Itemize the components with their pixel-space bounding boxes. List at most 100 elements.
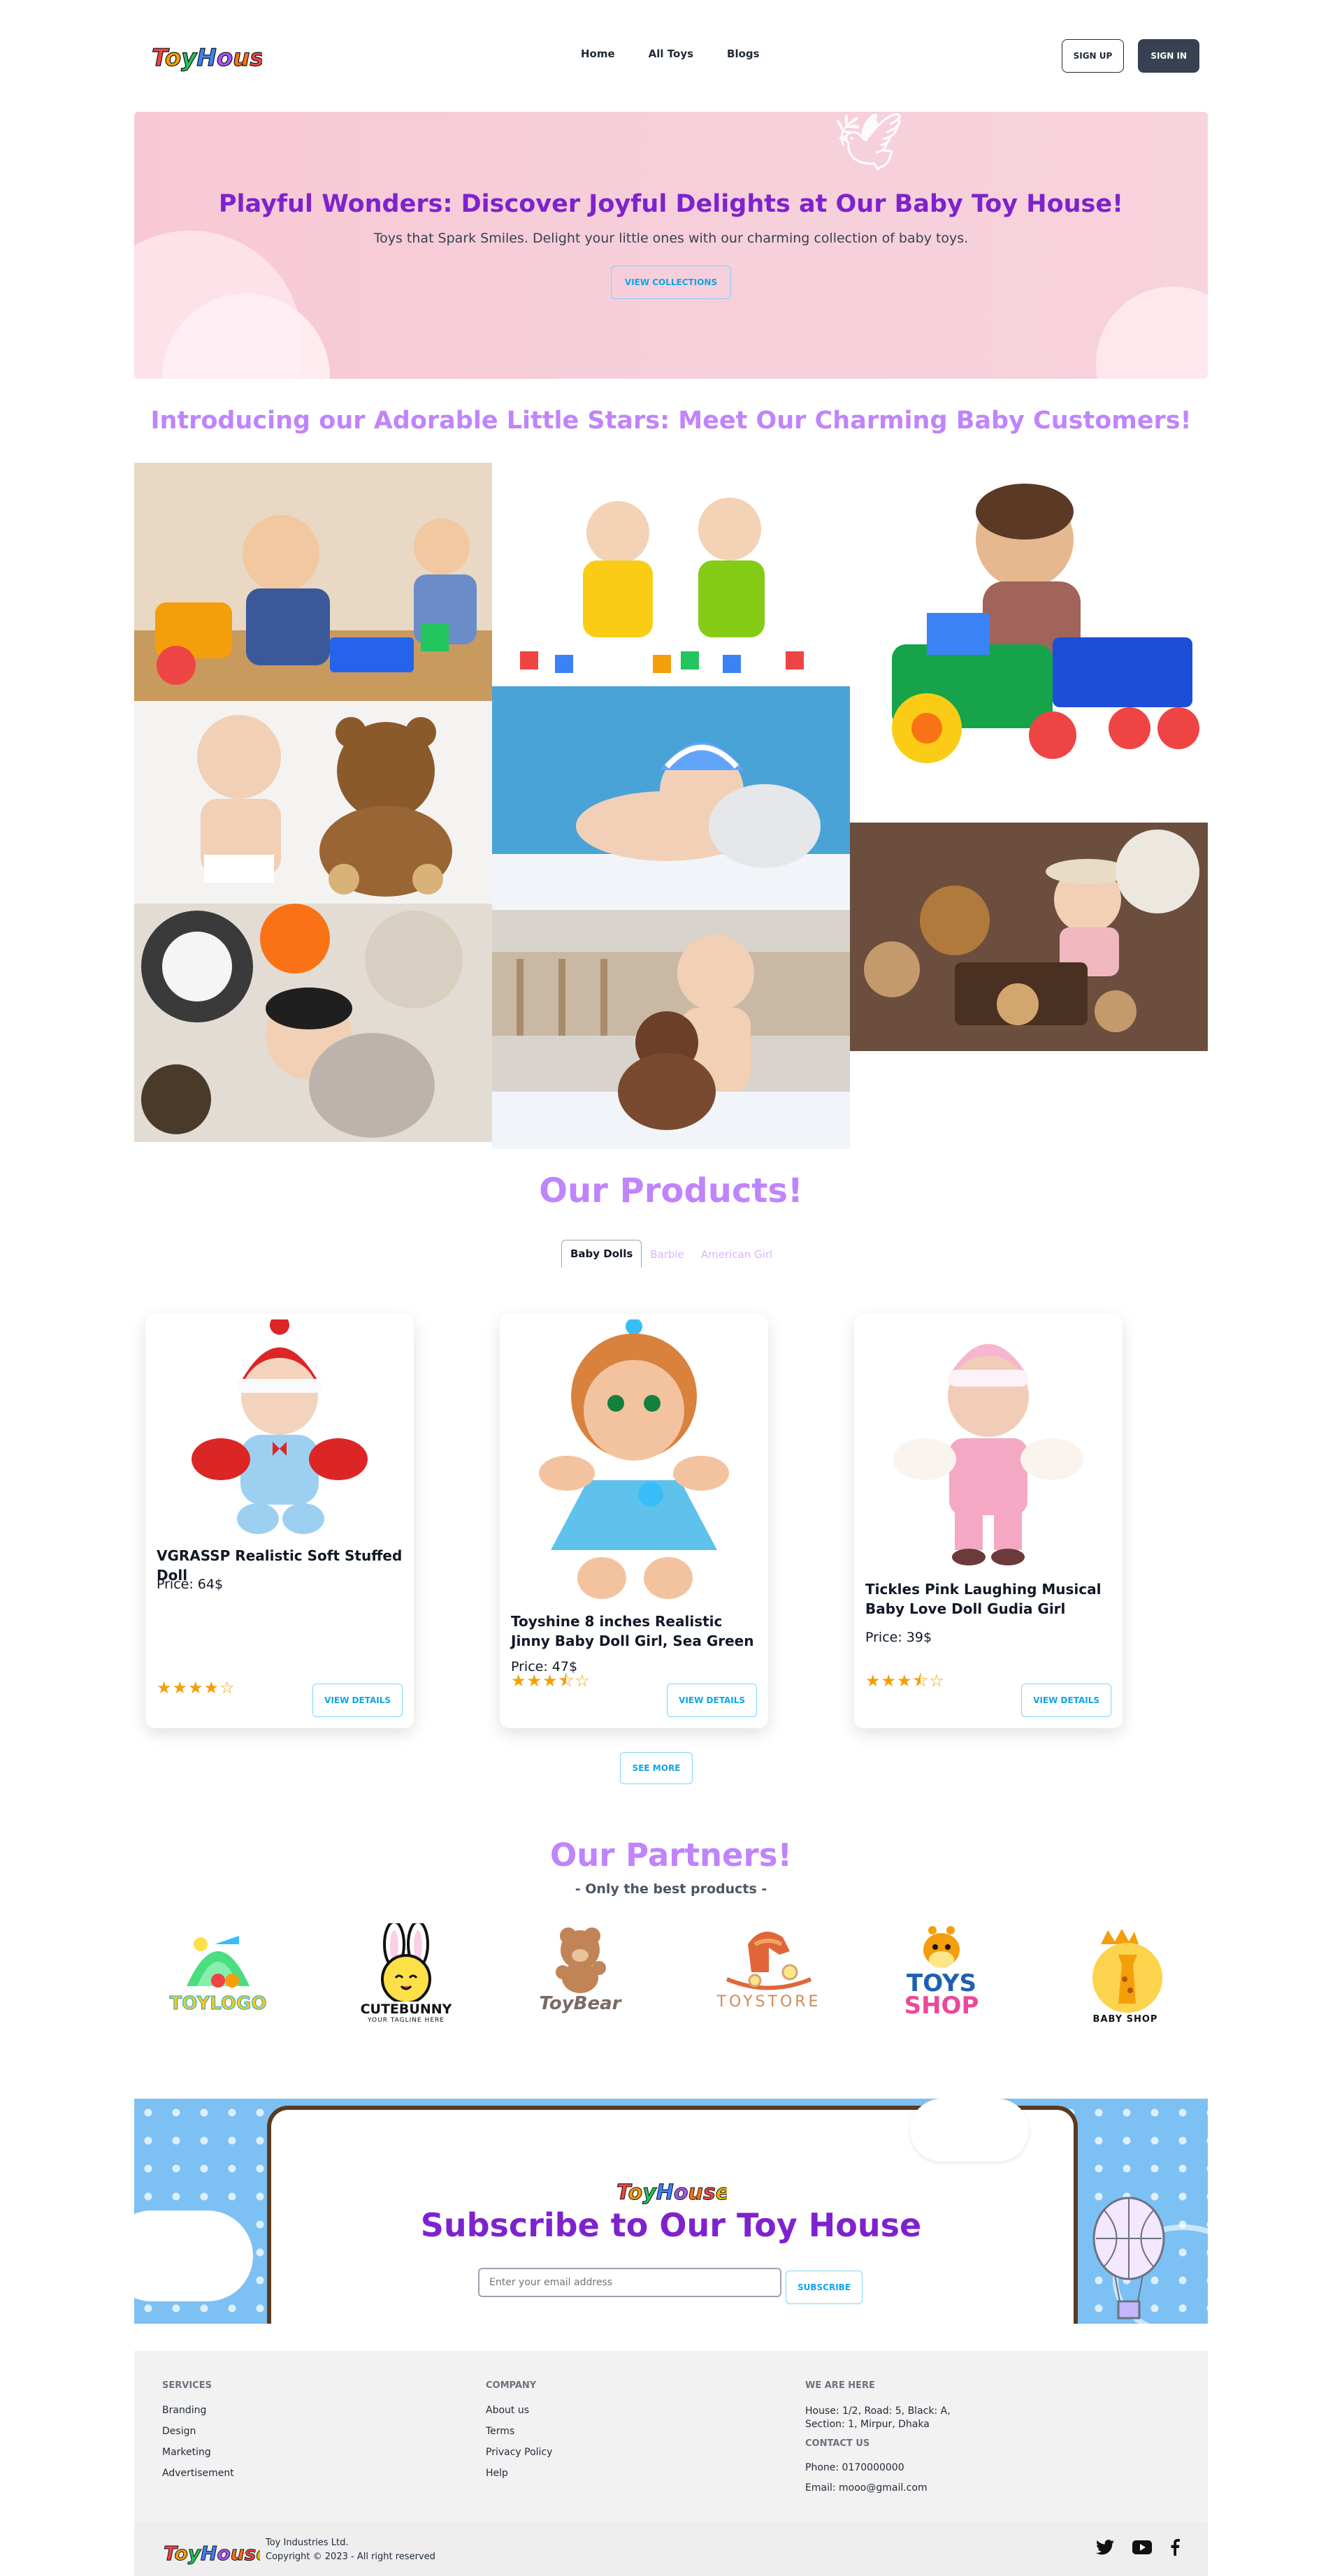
- subscribe-section: ToyHouse Subscribe to Our Toy House SUBS…: [134, 2099, 1208, 2324]
- gallery-image-babies-blocks: [492, 463, 850, 686]
- view-details-button[interactable]: VIEW DETAILS: [312, 1684, 403, 1717]
- nav-home-link[interactable]: Home: [581, 48, 615, 60]
- footer-email: Email: mooo@gmail.com: [805, 2482, 928, 2494]
- partner-logo-toystore[interactable]: TOYSTORE: [706, 1923, 832, 2049]
- gallery-image-baby-teddy: [134, 701, 492, 904]
- gallery-image-baby-plush-basket: [850, 823, 1208, 1051]
- footer-link-advertisement[interactable]: Advertisement: [162, 2468, 234, 2479]
- footer-company-info: Toy Industries Ltd. Copyright © 2023 - A…: [266, 2536, 435, 2564]
- product-name: Toyshine 8 inches Realistic Jinny Baby D…: [511, 1613, 754, 1649]
- nav-all-toys-link[interactable]: All Toys: [649, 48, 693, 60]
- product-card: VGRASSP Realistic Soft Stuffed Doll Pric…: [145, 1314, 414, 1728]
- product-image: [879, 1319, 1097, 1571]
- footer-services: SERVICES Branding Design Marketing Adver…: [162, 2380, 234, 2489]
- product-tabs: Baby Dolls Barbie American Girl: [561, 1240, 781, 1268]
- svg-text:ToyHouse: ToyHouse: [152, 44, 262, 72]
- product-name: Tickles Pink Laughing Musical Baby Love …: [865, 1581, 1102, 1617]
- partner-logo-toylogo[interactable]: TOYLOGO: [155, 1923, 281, 2049]
- gallery-title: Introducing our Adorable Little Stars: M…: [150, 407, 1192, 435]
- toyhouse-logo-icon: ToyHouse: [616, 2180, 728, 2206]
- footer-contact-us-heading: CONTACT US: [805, 2438, 870, 2449]
- footer-company: COMPANY About us Terms Privacy Policy He…: [486, 2380, 552, 2489]
- gallery-image-sleeping-baby: [492, 686, 850, 910]
- partners-subtitle: - Only the best products -: [575, 1881, 767, 1897]
- view-details-button[interactable]: VIEW DETAILS: [667, 1684, 757, 1717]
- tab-barbie[interactable]: Barbie: [642, 1241, 693, 1268]
- footer-contact: WE ARE HERE House: 1/2, Road: 5, Black: …: [805, 2380, 951, 2495]
- facebook-icon[interactable]: [1170, 2539, 1180, 2556]
- footer-link-about[interactable]: About us: [486, 2405, 552, 2416]
- partner-name: BABY SHOP: [1092, 2014, 1158, 2025]
- product-card: Toyshine 8 inches Realistic Jinny Baby D…: [500, 1314, 768, 1728]
- product-image: [171, 1315, 389, 1537]
- partner-tagline: YOUR TAGLINE HERE: [368, 2017, 445, 2024]
- gallery-image-baby-plushies: [134, 904, 492, 1142]
- view-details-button[interactable]: VIEW DETAILS: [1021, 1684, 1111, 1717]
- partner-name: CUTEBUNNY: [360, 2002, 452, 2017]
- tab-american-girl[interactable]: American Girl: [693, 1241, 781, 1268]
- brand-logo[interactable]: ToyHouse: [150, 39, 280, 73]
- hero-title: Playful Wonders: Discover Joyful Delight…: [218, 190, 1124, 218]
- footer-link-marketing[interactable]: Marketing: [162, 2447, 234, 2458]
- product-image: [525, 1318, 743, 1606]
- footer-link-terms[interactable]: Terms: [486, 2426, 552, 2437]
- footer-services-heading: SERVICES: [162, 2380, 212, 2391]
- twitter-icon[interactable]: [1096, 2540, 1114, 2555]
- tab-baby-dolls[interactable]: Baby Dolls: [561, 1240, 642, 1268]
- giraffe-crown-icon: [1092, 1929, 1162, 2013]
- hero-banner: 🕊 Playful Wonders: Discover Joyful Delig…: [134, 112, 1208, 379]
- partner-name-line2: SHOP: [904, 1992, 979, 2020]
- footer-address-line2: Section: 1, Mirpur, Dhaka: [805, 2419, 930, 2430]
- product-price: Price: 64$: [157, 1577, 224, 1592]
- gallery-image-boy-tractor: [850, 463, 1208, 793]
- email-input[interactable]: [478, 2268, 781, 2297]
- nav-links: Home All Toys Blogs: [581, 48, 760, 60]
- partner-logo-toybear[interactable]: ToyBear: [517, 1923, 643, 2049]
- rating-stars-icon: ★★★⯪☆: [865, 1671, 945, 1691]
- social-links: [1096, 2539, 1180, 2556]
- partner-logo-toys-shop[interactable]: TOYS SHOP: [879, 1923, 1004, 2049]
- subscribe-button[interactable]: SUBSCRIBE: [786, 2271, 863, 2304]
- sign-in-button[interactable]: SIGN IN: [1138, 39, 1199, 73]
- bird-icon: 🕊: [833, 112, 904, 174]
- svg-text:ToyHouse: ToyHouse: [164, 2542, 260, 2565]
- teddy-bear-icon: [556, 1927, 606, 1993]
- footer-phone: Phone: 0170000000: [805, 2462, 904, 2473]
- partner-name: TOYSTORE: [716, 1993, 821, 2011]
- auth-buttons: SIGN UP SIGN IN: [1061, 39, 1199, 73]
- partner-logo-baby-shop[interactable]: BABY SHOP: [1062, 1923, 1188, 2049]
- sign-up-button[interactable]: SIGN UP: [1061, 39, 1125, 73]
- nav-blogs-link[interactable]: Blogs: [727, 48, 760, 60]
- product-price: Price: 39$: [865, 1630, 932, 1645]
- subscribe-title: Subscribe to Our Toy House: [420, 2206, 922, 2244]
- giraffe-icon: [923, 1926, 960, 1968]
- see-more-button[interactable]: SEE MORE: [620, 1752, 693, 1784]
- gallery-image-baby-crib-teddy: [492, 910, 850, 1149]
- footer-company-heading: COMPANY: [486, 2380, 537, 2391]
- footer-link-design[interactable]: Design: [162, 2426, 234, 2437]
- toylogo-icon: [187, 1936, 250, 1988]
- hero-subtitle: Toys that Spark Smiles. Delight your lit…: [373, 231, 969, 246]
- partners-title: Our Partners!: [549, 1837, 793, 1874]
- partner-logo-cutebunny[interactable]: CUTEBUNNY YOUR TAGLINE HERE: [343, 1923, 469, 2049]
- toyhouse-logo-icon: ToyHouse: [151, 43, 280, 72]
- gallery-image-babies-playing: [134, 463, 492, 701]
- products-title: Our Products!: [539, 1171, 803, 1210]
- partner-name: TOYLOGO: [169, 1993, 267, 2015]
- footer-address-line1: House: 1/2, Road: 5, Black: A,: [805, 2405, 951, 2417]
- footer: SERVICES Branding Design Marketing Adver…: [134, 2351, 1208, 2576]
- partner-name: ToyBear: [539, 1993, 621, 2014]
- product-card: Tickles Pink Laughing Musical Baby Love …: [854, 1314, 1123, 1728]
- view-collections-button[interactable]: VIEW COLLECTIONS: [611, 266, 731, 299]
- toyhouse-logo-icon[interactable]: ToyHouse: [162, 2538, 261, 2566]
- footer-contact-heading: WE ARE HERE: [805, 2380, 875, 2391]
- youtube-icon[interactable]: [1132, 2540, 1152, 2554]
- footer-copyright: Copyright © 2023 - All right reserved: [266, 2552, 435, 2562]
- footer-link-privacy[interactable]: Privacy Policy: [486, 2447, 552, 2458]
- footer-company-name: Toy Industries Ltd.: [266, 2538, 349, 2548]
- footer-link-branding[interactable]: Branding: [162, 2405, 234, 2416]
- footer-bottom-bar: ToyHouse Toy Industries Ltd. Copyright ©…: [134, 2523, 1208, 2576]
- navbar: ToyHouse Home All Toys Blogs SIGN UP SIG…: [134, 36, 1208, 75]
- footer-link-help[interactable]: Help: [486, 2468, 552, 2479]
- cloud-decoration: [910, 2099, 1029, 2162]
